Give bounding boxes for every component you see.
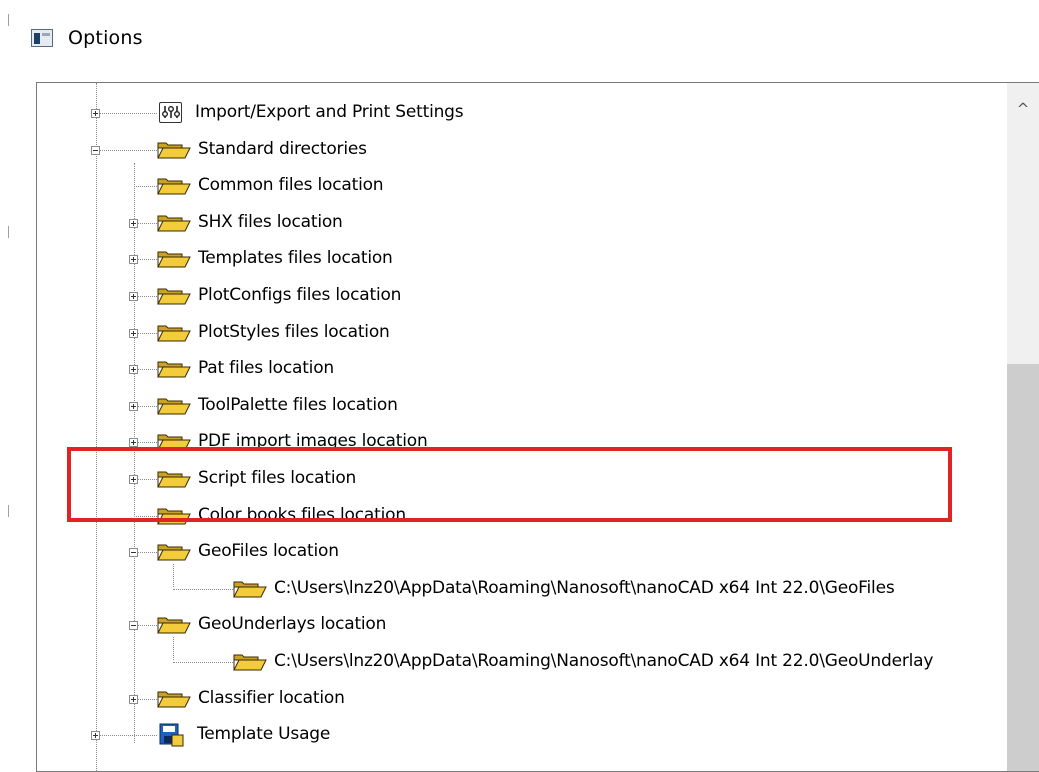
tree-node-label: Templates files location bbox=[198, 248, 393, 269]
folder-open-icon bbox=[157, 177, 191, 195]
scrollbar-thumb[interactable] bbox=[1007, 364, 1039, 771]
tree-node[interactable]: GeoFiles location bbox=[37, 534, 1007, 570]
settings-icon bbox=[159, 102, 182, 123]
tree-connector bbox=[100, 735, 157, 737]
tree-connector bbox=[138, 552, 157, 554]
expand-icon[interactable] bbox=[129, 292, 138, 301]
tree-connector bbox=[134, 186, 157, 188]
expand-icon[interactable] bbox=[129, 694, 138, 704]
tree-node[interactable]: Templates files location bbox=[37, 241, 1007, 277]
expand-icon[interactable] bbox=[91, 731, 100, 741]
tree-connector bbox=[138, 332, 157, 334]
tree-connector bbox=[138, 442, 157, 444]
folder-open-icon bbox=[157, 287, 191, 305]
tree-connector bbox=[100, 149, 157, 151]
tree-connector bbox=[138, 369, 157, 371]
tree-connector bbox=[173, 588, 233, 590]
folder-open-icon bbox=[157, 690, 191, 708]
tree-node[interactable]: Classifier location bbox=[37, 681, 1007, 717]
tree-node[interactable]: PlotStyles files location bbox=[37, 315, 1007, 351]
tree-node[interactable]: PlotConfigs files location bbox=[37, 278, 1007, 314]
expand-icon[interactable] bbox=[91, 109, 100, 118]
expand-icon[interactable] bbox=[129, 328, 138, 338]
left-edge-mark bbox=[8, 14, 9, 26]
expand-icon[interactable] bbox=[129, 365, 138, 375]
options-tree[interactable]: Import/Export and Print Settings Standard… bbox=[37, 83, 1007, 771]
tree-node-label: C:\Users\lnz20\AppData\Roaming\Nanosoft\… bbox=[274, 577, 895, 598]
left-edge-mark bbox=[8, 505, 9, 517]
folder-open-icon bbox=[233, 653, 267, 671]
folder-open-icon bbox=[157, 250, 191, 268]
tree-node[interactable]: Pat files location bbox=[37, 351, 1007, 387]
tree-connector bbox=[138, 405, 157, 407]
tree-node-label: Common files location bbox=[198, 175, 384, 196]
tree-node-label: Template Usage bbox=[197, 724, 331, 745]
tree-node[interactable]: ToolPalette files location bbox=[37, 388, 1007, 424]
tree-node-label: C:\Users\lnz20\AppData\Roaming\Nanosoft\… bbox=[274, 651, 934, 671]
tree-connector bbox=[100, 113, 157, 114]
left-edge-mark bbox=[8, 226, 9, 238]
tree-node[interactable]: C:\Users\lnz20\AppData\Roaming\Nanosoft\… bbox=[37, 571, 1007, 607]
tree-node-label: SHX files location bbox=[198, 211, 343, 232]
collapse-icon[interactable] bbox=[91, 145, 100, 155]
collapse-icon[interactable] bbox=[129, 548, 138, 558]
tree-connector bbox=[173, 662, 233, 663]
tree-node[interactable]: GeoUnderlays location bbox=[37, 607, 1007, 643]
tree-node-label: GeoFiles location bbox=[198, 541, 339, 562]
tree-node-label: PlotStyles files location bbox=[198, 321, 390, 342]
folder-open-icon bbox=[157, 324, 191, 342]
tree-node[interactable]: Import/Export and Print Settings bbox=[37, 95, 1007, 131]
tree-node[interactable]: Template Usage bbox=[37, 717, 1007, 753]
template-usage-icon bbox=[158, 723, 184, 747]
tree-node[interactable]: Common files location bbox=[37, 168, 1007, 204]
tree-node[interactable]: Standard directories bbox=[37, 132, 1007, 168]
chevron-up-icon[interactable]: ^ bbox=[1007, 83, 1039, 135]
tree-connector bbox=[138, 222, 157, 224]
title-bar: Options bbox=[0, 0, 1039, 78]
tree-node-label: PlotConfigs files location bbox=[198, 285, 402, 305]
folder-open-icon bbox=[157, 360, 191, 378]
folder-open-icon bbox=[157, 616, 191, 634]
tree-node-label: Pat files location bbox=[198, 358, 334, 379]
tree-node-label: Import/Export and Print Settings bbox=[195, 102, 464, 122]
tree-connector bbox=[138, 296, 157, 297]
collapse-icon[interactable] bbox=[129, 621, 138, 631]
tree-connector bbox=[138, 625, 157, 627]
folder-open-icon bbox=[157, 397, 191, 415]
vertical-scrollbar[interactable]: ^ bbox=[1007, 83, 1039, 771]
tree-connector bbox=[138, 698, 157, 700]
tree-node[interactable]: C:\Users\lnz20\AppData\Roaming\Nanosoft\… bbox=[37, 644, 1007, 680]
folder-open-icon bbox=[157, 141, 191, 159]
window-title: Options bbox=[68, 27, 143, 49]
tree-node-label: Standard directories bbox=[198, 138, 367, 159]
tree-node-label: GeoUnderlays location bbox=[198, 614, 387, 635]
tree-node[interactable]: SHX files location bbox=[37, 205, 1007, 241]
tree-node-label: Classifier location bbox=[198, 687, 345, 708]
options-tree-panel: Import/Export and Print Settings Standard… bbox=[36, 82, 1039, 772]
window-icon bbox=[31, 29, 53, 47]
expand-icon[interactable] bbox=[129, 218, 138, 228]
tree-connector bbox=[138, 259, 157, 261]
folder-open-icon bbox=[233, 580, 267, 598]
folder-open-icon bbox=[157, 543, 191, 561]
expand-icon[interactable] bbox=[129, 401, 138, 411]
highlight-box bbox=[67, 447, 952, 522]
folder-open-icon bbox=[157, 214, 191, 232]
tree-node-label: ToolPalette files location bbox=[198, 394, 398, 415]
expand-icon[interactable] bbox=[129, 255, 138, 265]
